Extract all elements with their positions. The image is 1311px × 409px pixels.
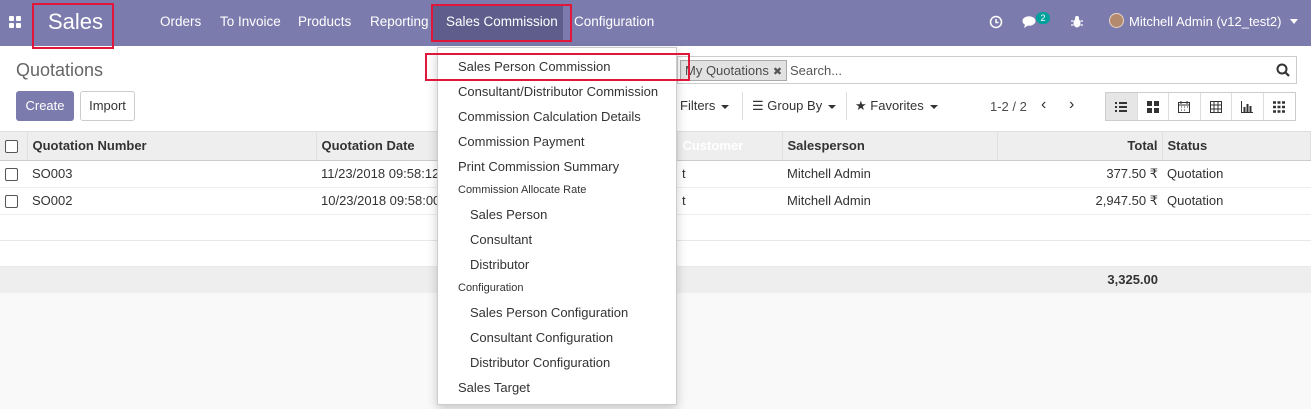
pager-next-icon[interactable]: › [1069, 96, 1074, 114]
search-facet: My Quotations ✖ [680, 60, 788, 81]
menu-reporting[interactable]: Reporting [370, 14, 429, 29]
list-view-icon[interactable] [1106, 93, 1138, 120]
page-title: Quotations [16, 60, 104, 80]
facet-label: My Quotations [685, 63, 769, 78]
menu-item-sales-person[interactable]: Sales Person [470, 207, 547, 222]
column-header-customer[interactable]: Customer [677, 132, 783, 161]
row-checkbox[interactable] [5, 195, 18, 209]
column-header-total[interactable]: Total [997, 132, 1163, 161]
salesperson: Mitchell Admin [782, 160, 997, 188]
pager-previous-icon[interactable]: ‹ [1041, 96, 1046, 114]
clock-icon[interactable] [989, 15, 1003, 29]
import-button[interactable]: Import [80, 91, 135, 121]
top-navbar: Sales Orders To Invoice Products Reporti… [0, 0, 1311, 46]
total: 2,947.50 ₹ [997, 187, 1162, 215]
kanban-view-icon[interactable] [1138, 93, 1169, 120]
graph-view-icon[interactable] [1232, 93, 1264, 120]
grid-view-icon[interactable] [1264, 93, 1295, 120]
menu-header-configuration: Configuration [458, 282, 524, 294]
customer: t [677, 160, 782, 188]
sales-commission-dropdown: Sales Person Commission Consultant/Distr… [437, 47, 677, 405]
total: 377.50 ₹ [997, 160, 1162, 188]
row-checkbox[interactable] [5, 168, 18, 182]
favorites-button[interactable]: ★ Favorites [846, 92, 938, 120]
filters-button[interactable]: Filters [680, 92, 730, 120]
chevron-down-icon[interactable] [1290, 19, 1298, 25]
remove-facet-icon[interactable]: ✖ [773, 66, 782, 78]
quotation-number: SO003 [27, 160, 316, 188]
menu-item-consultant-configuration[interactable]: Consultant Configuration [470, 330, 613, 345]
user-menu-label[interactable]: Mitchell Admin (v12_test2) [1129, 14, 1281, 29]
row-select-cell[interactable] [0, 187, 27, 215]
column-header-number[interactable]: Quotation Number [27, 132, 317, 161]
select-all-checkbox[interactable] [5, 140, 18, 154]
message-count-badge: 2 [1036, 12, 1050, 24]
menu-item-consultant-distributor-commission[interactable]: Consultant/Distributor Commission [458, 84, 658, 99]
menu-item-consultant[interactable]: Consultant [470, 232, 532, 247]
search-icon[interactable] [1276, 63, 1290, 77]
salesperson: Mitchell Admin [782, 187, 997, 215]
menu-products[interactable]: Products [298, 14, 351, 29]
highlight-box-item [425, 53, 690, 81]
menu-item-sales-target[interactable]: Sales Target [458, 380, 530, 395]
customer: t [677, 187, 782, 215]
create-button[interactable]: Create [16, 91, 74, 121]
bug-icon[interactable] [1071, 15, 1083, 29]
column-header-status[interactable]: Status [1162, 132, 1311, 161]
calendar-view-icon[interactable] [1169, 93, 1201, 120]
pager-value[interactable]: 1-2 / 2 [990, 99, 1027, 114]
menu-orders[interactable]: Orders [160, 14, 201, 29]
highlight-box-menu [431, 4, 572, 42]
menu-item-distributor-configuration[interactable]: Distributor Configuration [470, 355, 610, 370]
menu-item-commission-calculation-details[interactable]: Commission Calculation Details [458, 109, 641, 124]
menu-to-invoice[interactable]: To Invoice [220, 14, 281, 29]
column-header-salesperson[interactable]: Salesperson [782, 132, 998, 161]
status: Quotation [1162, 160, 1311, 188]
menu-item-print-commission-summary[interactable]: Print Commission Summary [458, 159, 619, 174]
star-icon: ★ [855, 98, 867, 113]
apps-grid-icon[interactable] [9, 16, 23, 30]
list-icon: ☰ [752, 98, 764, 113]
sum-total: 3,325.00 [997, 265, 1162, 293]
group-by-button[interactable]: ☰ Group By [742, 92, 837, 120]
filters-label: Filters [680, 98, 716, 113]
menu-configuration[interactable]: Configuration [574, 14, 654, 29]
favorites-label: Favorites [870, 98, 924, 113]
select-all-cell[interactable] [0, 132, 28, 161]
menu-header-commission-allocate-rate: Commission Allocate Rate [458, 184, 587, 196]
group-by-label: Group By [767, 98, 823, 113]
menu-item-commission-payment[interactable]: Commission Payment [458, 134, 584, 149]
menu-item-distributor[interactable]: Distributor [470, 257, 529, 272]
quotation-number: SO002 [27, 187, 316, 215]
highlight-box-brand [32, 3, 114, 49]
status: Quotation [1162, 187, 1311, 215]
row-select-cell[interactable] [0, 160, 27, 188]
menu-item-sales-person-configuration[interactable]: Sales Person Configuration [470, 305, 628, 320]
search-input[interactable] [790, 63, 1250, 78]
view-switcher [1105, 92, 1296, 121]
user-avatar[interactable] [1109, 13, 1124, 28]
pivot-view-icon[interactable] [1201, 93, 1232, 120]
